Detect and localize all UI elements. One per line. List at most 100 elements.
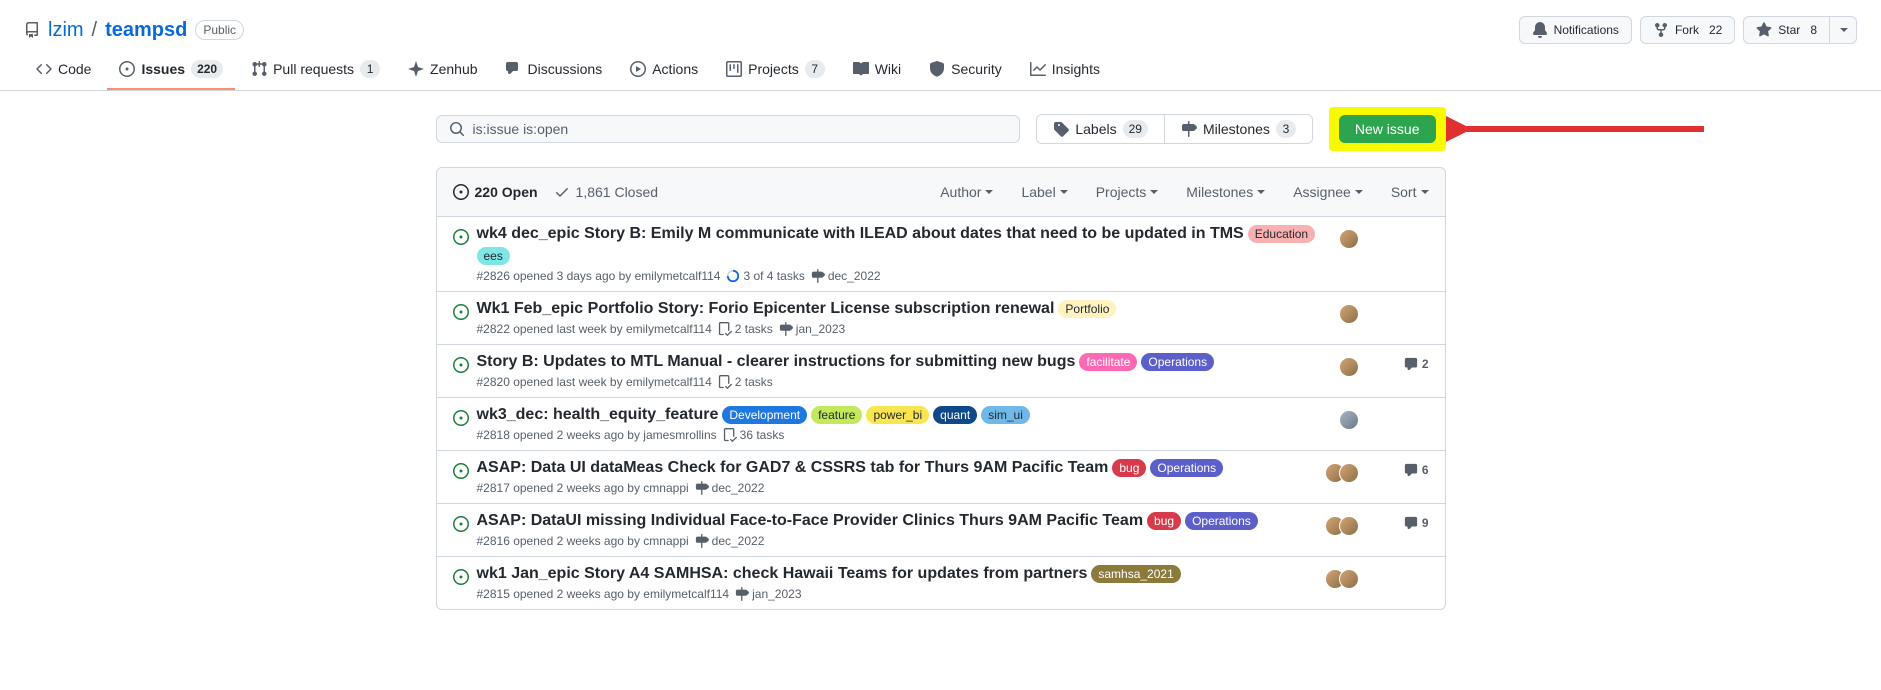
tab-projects[interactable]: Projects7 bbox=[714, 52, 837, 90]
graph-icon bbox=[1030, 61, 1046, 77]
assignees bbox=[1339, 357, 1359, 377]
issue-row: ASAP: Data UI dataMeas Check for GAD7 & … bbox=[437, 451, 1445, 504]
issue-label[interactable]: Operations bbox=[1150, 459, 1223, 477]
milestone-link[interactable]: dec_2022 bbox=[695, 534, 765, 548]
discussion-icon bbox=[506, 61, 522, 77]
assignee-avatar[interactable] bbox=[1339, 357, 1359, 377]
issue-label[interactable]: samhsa_2021 bbox=[1091, 565, 1180, 583]
issue-label[interactable]: Education bbox=[1248, 225, 1315, 243]
issue-meta-text: #2818 opened 2 weeks ago by jamesmrollin… bbox=[477, 428, 717, 442]
tab-counter: 1 bbox=[360, 60, 380, 78]
assignee-avatar[interactable] bbox=[1339, 569, 1359, 589]
issue-label[interactable]: ees bbox=[477, 247, 510, 265]
tab-insights[interactable]: Insights bbox=[1018, 52, 1112, 90]
assignee-avatar[interactable] bbox=[1339, 463, 1359, 483]
issue-label[interactable]: power_bi bbox=[866, 406, 929, 424]
filter-projects[interactable]: Projects bbox=[1096, 184, 1159, 200]
issue-open-icon bbox=[453, 406, 469, 442]
comment-count[interactable]: 9 bbox=[1399, 516, 1429, 530]
star-button[interactable]: Star 8 bbox=[1743, 16, 1830, 44]
star-count: 8 bbox=[1806, 23, 1817, 37]
issue-meta-text: #2820 opened last week by emilymetcalf11… bbox=[477, 375, 712, 389]
issue-label[interactable]: facilitate bbox=[1079, 353, 1137, 371]
task-progress[interactable]: 3 of 4 tasks bbox=[726, 269, 804, 283]
repo-link[interactable]: teampsd bbox=[105, 19, 187, 42]
filter-sort[interactable]: Sort bbox=[1391, 184, 1429, 200]
issue-label[interactable]: Portfolio bbox=[1058, 300, 1116, 318]
issue-label[interactable]: bug bbox=[1147, 512, 1181, 530]
issue-row: wk3_dec: health_equity_feature Developme… bbox=[437, 398, 1445, 451]
owner-link[interactable]: lzim bbox=[48, 19, 84, 42]
issue-open-icon bbox=[453, 353, 469, 389]
fork-button[interactable]: Fork 22 bbox=[1640, 16, 1735, 44]
tab-security[interactable]: Security bbox=[917, 52, 1014, 90]
star-menu-button[interactable] bbox=[1830, 16, 1857, 44]
issue-label[interactable]: Operations bbox=[1141, 353, 1214, 371]
star-icon bbox=[1756, 22, 1772, 38]
filter-author[interactable]: Author bbox=[940, 184, 993, 200]
visibility-badge: Public bbox=[195, 20, 244, 40]
closed-issues-tab[interactable]: 1,861 Closed bbox=[554, 184, 659, 200]
issue-label[interactable]: feature bbox=[811, 406, 862, 424]
milestones-button[interactable]: Milestones 3 bbox=[1164, 115, 1312, 143]
issue-title-link[interactable]: wk1 Jan_epic Story A4 SAMHSA: check Hawa… bbox=[477, 565, 1088, 583]
issue-label[interactable]: sim_ui bbox=[981, 406, 1030, 424]
issue-label[interactable]: Development bbox=[722, 406, 807, 424]
issue-title-link[interactable]: ASAP: DataUI missing Individual Face-to-… bbox=[477, 512, 1144, 530]
new-issue-button[interactable]: New issue bbox=[1339, 115, 1436, 143]
assignees bbox=[1325, 569, 1359, 589]
search-input[interactable] bbox=[473, 121, 1008, 137]
issue-meta-text: #2817 opened 2 weeks ago by cmnappi bbox=[477, 481, 689, 495]
tab-discussions[interactable]: Discussions bbox=[494, 52, 615, 90]
tab-issues[interactable]: Issues220 bbox=[107, 52, 235, 90]
code-icon bbox=[36, 61, 52, 77]
task-progress[interactable]: 2 tasks bbox=[718, 322, 773, 336]
tab-pull-requests[interactable]: Pull requests1 bbox=[239, 52, 392, 90]
issue-icon bbox=[119, 61, 135, 77]
issue-meta-text: #2816 opened 2 weeks ago by cmnappi bbox=[477, 534, 689, 548]
pr-icon bbox=[251, 61, 267, 77]
issue-title-link[interactable]: Wk1 Feb_epic Portfolio Story: Forio Epic… bbox=[477, 300, 1055, 318]
assignee-avatar[interactable] bbox=[1339, 229, 1359, 249]
milestone-link[interactable]: dec_2022 bbox=[811, 269, 881, 283]
repo-icon bbox=[24, 22, 40, 38]
issue-title-link[interactable]: wk3_dec: health_equity_feature bbox=[477, 406, 719, 424]
assignee-avatar[interactable] bbox=[1339, 410, 1359, 430]
issue-meta-text: #2822 opened last week by emilymetcalf11… bbox=[477, 322, 712, 336]
issue-meta-text: #2815 opened 2 weeks ago by emilymetcalf… bbox=[477, 587, 730, 601]
filter-milestones[interactable]: Milestones bbox=[1186, 184, 1265, 200]
milestone-link[interactable]: jan_2023 bbox=[779, 322, 845, 336]
labels-button[interactable]: Labels 29 bbox=[1037, 115, 1164, 143]
milestone-link[interactable]: jan_2023 bbox=[735, 587, 801, 601]
assignee-avatar[interactable] bbox=[1339, 304, 1359, 324]
assignees bbox=[1339, 229, 1359, 249]
issue-search[interactable] bbox=[436, 115, 1021, 143]
task-progress[interactable]: 36 tasks bbox=[723, 428, 785, 442]
comment-count[interactable]: 6 bbox=[1399, 463, 1429, 477]
new-issue-highlight: New issue bbox=[1329, 107, 1446, 151]
open-issues-tab[interactable]: 220 Open bbox=[453, 184, 538, 200]
tab-actions[interactable]: Actions bbox=[618, 52, 710, 90]
tab-zenhub[interactable]: Zenhub bbox=[396, 52, 489, 90]
milestone-link[interactable]: dec_2022 bbox=[695, 481, 765, 495]
play-icon bbox=[630, 61, 646, 77]
filter-assignee[interactable]: Assignee bbox=[1293, 184, 1363, 200]
zenhub-icon bbox=[408, 61, 424, 77]
issue-label[interactable]: quant bbox=[933, 406, 977, 424]
assignee-avatar[interactable] bbox=[1339, 516, 1359, 536]
tab-wiki[interactable]: Wiki bbox=[841, 52, 913, 90]
issue-open-icon bbox=[453, 565, 469, 601]
issue-title-link[interactable]: ASAP: Data UI dataMeas Check for GAD7 & … bbox=[477, 459, 1109, 477]
search-icon bbox=[449, 121, 465, 137]
issue-title-link[interactable]: wk4 dec_epic Story B: Emily M communicat… bbox=[477, 225, 1244, 243]
task-progress[interactable]: 2 tasks bbox=[718, 375, 773, 389]
tab-code[interactable]: Code bbox=[24, 52, 103, 90]
issue-row: wk1 Jan_epic Story A4 SAMHSA: check Hawa… bbox=[437, 557, 1445, 609]
issue-label[interactable]: Operations bbox=[1185, 512, 1258, 530]
issue-title-link[interactable]: Story B: Updates to MTL Manual - clearer… bbox=[477, 353, 1076, 371]
comment-count[interactable]: 2 bbox=[1399, 357, 1429, 371]
issue-label[interactable]: bug bbox=[1112, 459, 1146, 477]
filter-label[interactable]: Label bbox=[1021, 184, 1067, 200]
notifications-button[interactable]: Notifications bbox=[1519, 16, 1632, 44]
issue-row: wk4 dec_epic Story B: Emily M communicat… bbox=[437, 217, 1445, 292]
